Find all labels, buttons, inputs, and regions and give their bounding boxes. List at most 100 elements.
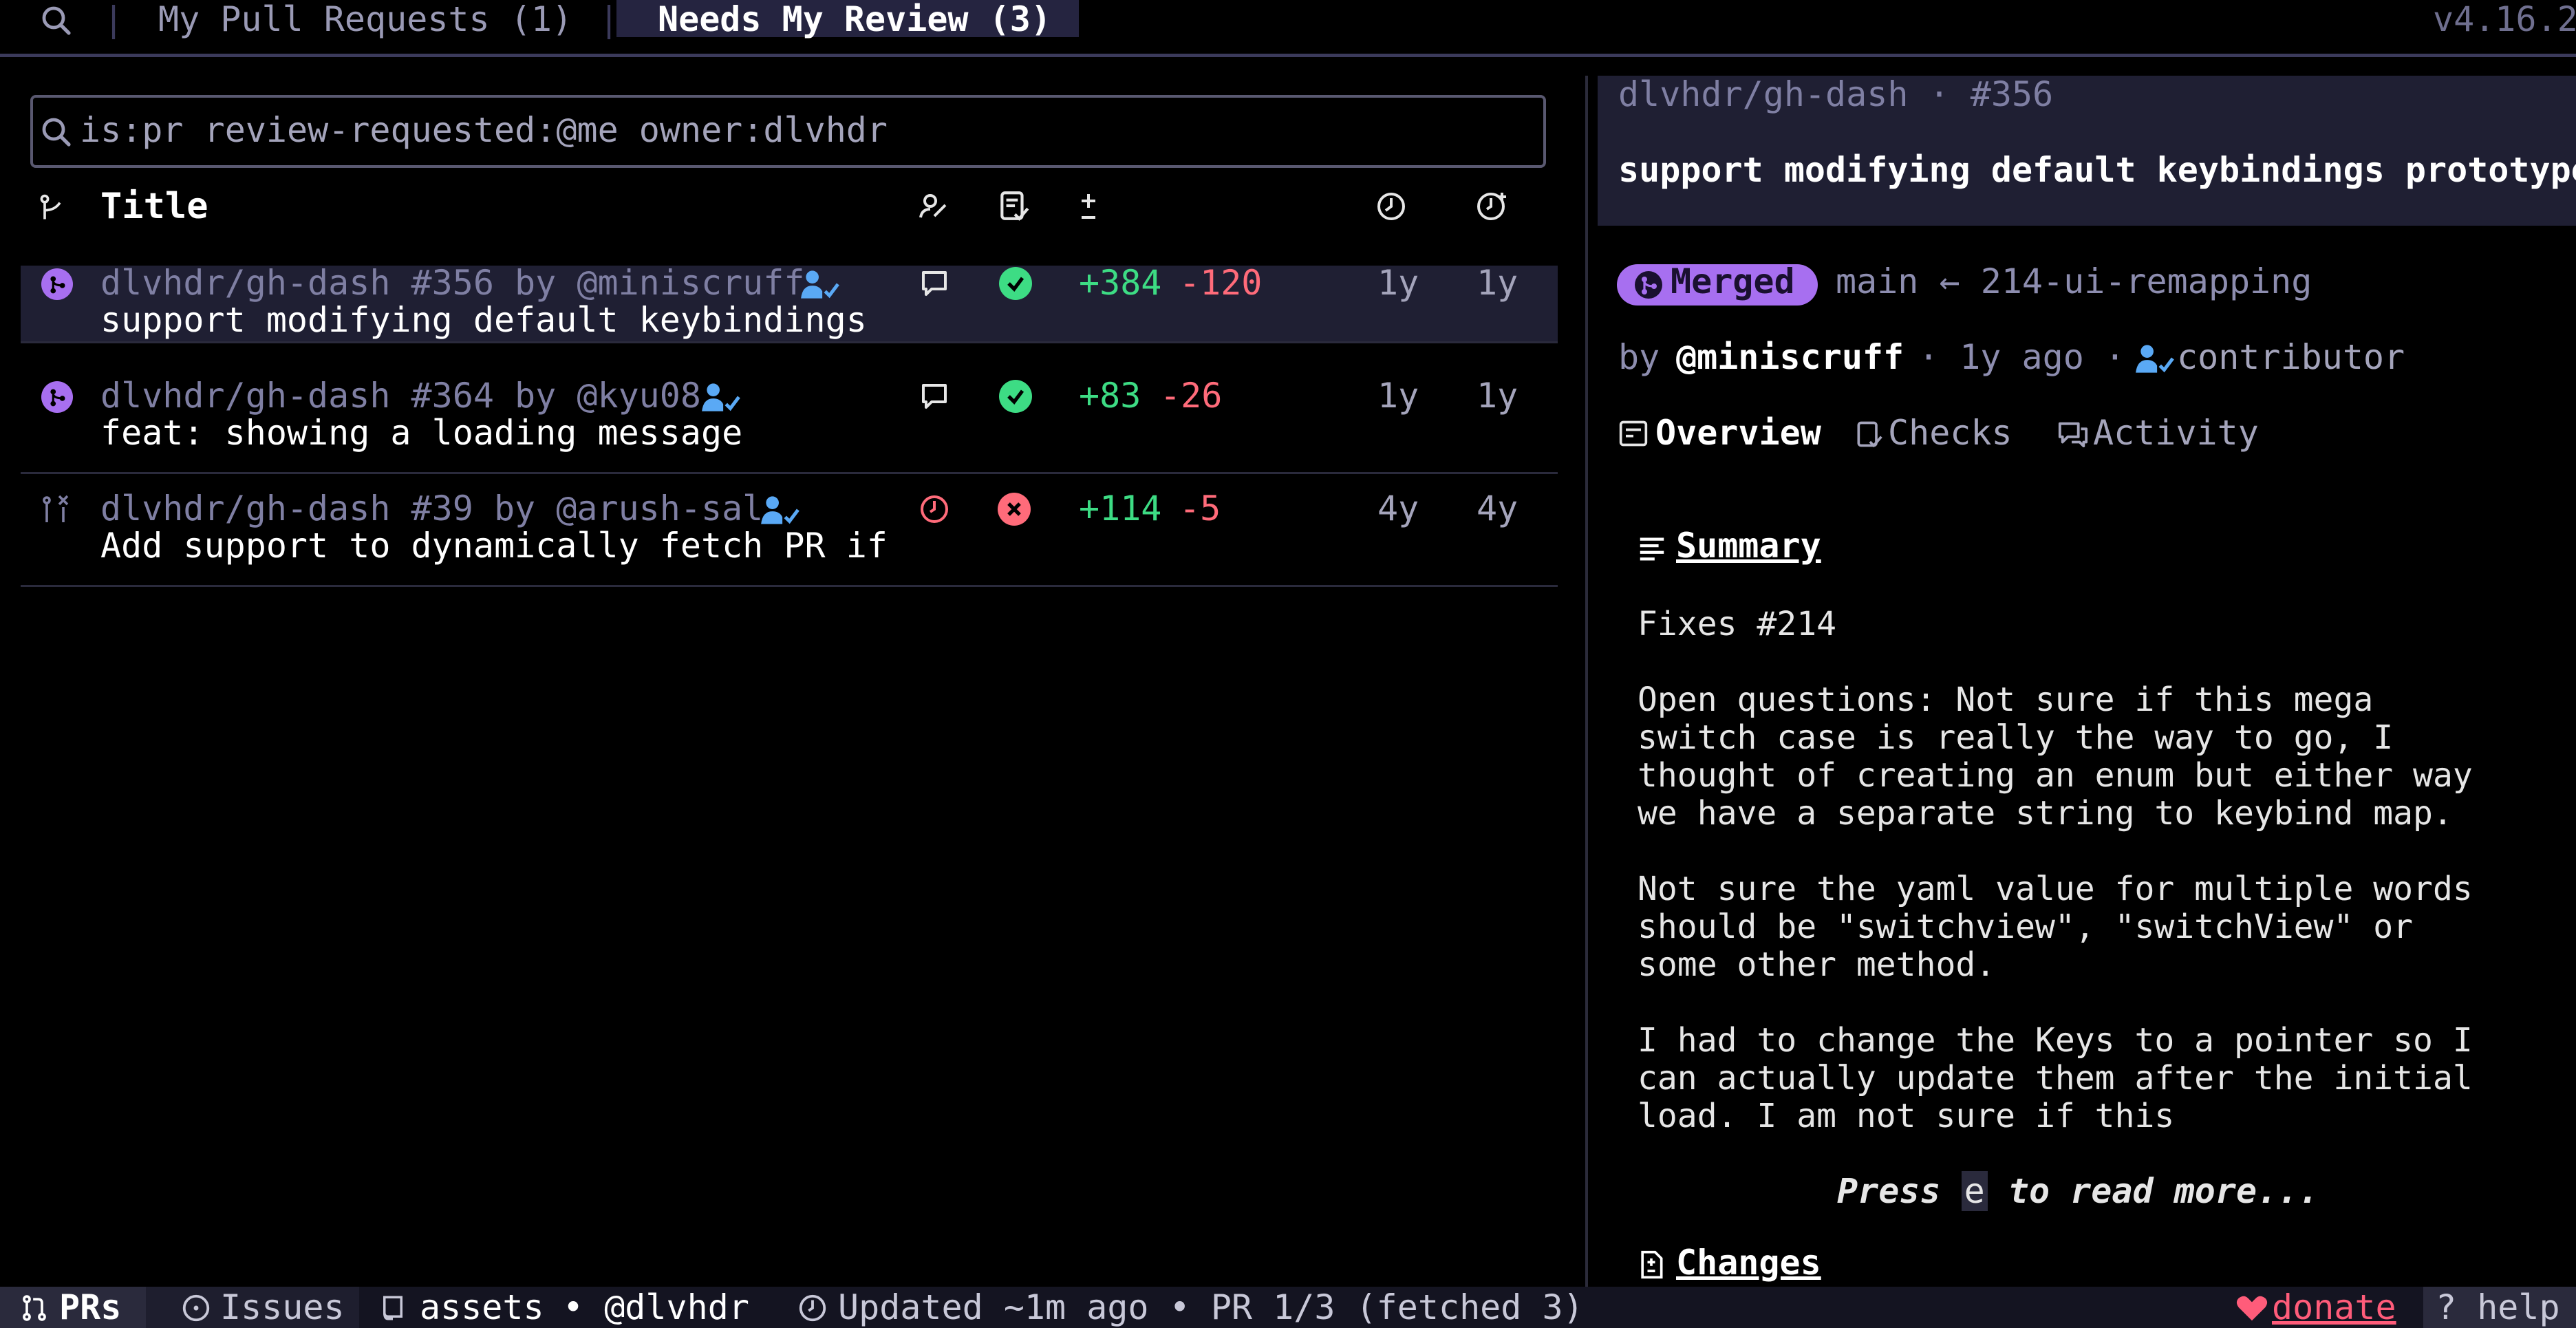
merge-icon — [50, 276, 65, 294]
donate-link[interactable]: donate — [2272, 1287, 2396, 1328]
repo-icon — [383, 1296, 402, 1320]
author[interactable]: @miniscruff — [1676, 337, 1904, 377]
version-label: v4.16.2 — [2433, 0, 2576, 39]
deletions: -26 — [1160, 376, 1223, 416]
additions: +114 — [1079, 489, 1162, 528]
person-check-icon — [2136, 345, 2174, 373]
tab-activity[interactable]: Activity — [2093, 413, 2259, 453]
checks-icon[interactable] — [996, 187, 1031, 224]
deletions: -120 — [1179, 263, 1263, 303]
tab-needs-my-review[interactable]: Needs My Review (3) — [658, 0, 1051, 40]
description-line — [1638, 984, 2473, 1022]
tab-bar: | My Pull Requests (1) | Needs My Review… — [0, 0, 2576, 41]
pr-repo-line: dlvhdr/gh-dash #356 by @miniscruff — [100, 263, 805, 303]
updated-age: 1y — [1377, 263, 1419, 303]
pending-clock-icon — [921, 495, 948, 523]
activity-icon — [2058, 422, 2088, 448]
description-line: thought of creating an enum but either w… — [1638, 756, 2473, 795]
author-role: contributor — [2177, 337, 2405, 377]
pane-divider[interactable] — [1585, 76, 1588, 1287]
description-line: I had to change the Keys to a pointer so… — [1638, 1021, 2473, 1060]
tab-checks[interactable]: Checks — [1888, 413, 2012, 453]
branch-icon — [40, 194, 61, 219]
pr-icon — [23, 1295, 46, 1321]
pr-title[interactable]: Add support to dynamically fetch PR if — [100, 526, 888, 566]
issue-icon — [182, 1294, 210, 1322]
summary-icon — [1640, 537, 1664, 561]
description-line: some other method. — [1638, 945, 1996, 984]
search-icon — [42, 118, 71, 147]
description-line: Fixes #214 — [1638, 605, 1836, 643]
summary-heading: Summary — [1676, 526, 1821, 566]
read-more-suffix: to read more... — [2008, 1171, 2319, 1211]
tab-my-pull-requests[interactable]: My Pull Requests (1) — [158, 0, 572, 40]
statusbar-prs[interactable]: PRs — [59, 1287, 121, 1328]
updated-age: 4y — [1377, 489, 1419, 528]
additions: +384 — [1079, 263, 1162, 303]
pr-repo-line: dlvhdr/gh-dash #39 by @arush-sal — [100, 489, 764, 528]
status-badge-label: Merged — [1671, 261, 1795, 301]
review-icon[interactable] — [916, 190, 949, 223]
row-divider — [21, 585, 1558, 587]
tab-overview[interactable]: Overview — [1655, 413, 1821, 453]
person-check-icon — [761, 496, 799, 524]
checks-icon — [1857, 421, 1882, 448]
overview-icon — [1619, 420, 1648, 447]
pr-title[interactable]: support modifying default keybindings — [100, 300, 867, 340]
tab-bar-underline — [0, 54, 2576, 57]
description-line: Open questions: Not sure if this mega — [1638, 681, 2374, 719]
person-check-icon — [801, 270, 839, 299]
description-line: Not sure the yaml value for multiple wor… — [1638, 870, 2473, 908]
changes-icon — [1641, 1250, 1663, 1279]
help-button[interactable]: ? help — [2436, 1287, 2560, 1328]
column-header-title[interactable]: Title — [100, 186, 208, 227]
closed-pr-icon — [43, 495, 69, 522]
description-line — [1638, 643, 2473, 681]
description-line: load. I am not sure if this — [1638, 1097, 2175, 1135]
merge-icon — [50, 389, 65, 407]
read-more-prefix: Press — [1837, 1171, 1941, 1211]
plus-minus-icon[interactable] — [1072, 190, 1105, 223]
by-label: by — [1618, 337, 1660, 377]
preview-title: support modifying default keybindings pr… — [1618, 150, 2576, 190]
x-circle-icon — [1007, 502, 1021, 516]
description-line: should be "switchview", "switchView" or — [1638, 908, 2414, 946]
comment-icon — [922, 271, 947, 296]
pr-description: Fixes #214 Open questions: Not sure if th… — [1638, 606, 2473, 1135]
updated-age: 1y — [1377, 376, 1419, 416]
person-check-icon — [702, 383, 740, 411]
description-line: can actually update them after the initi… — [1638, 1059, 2473, 1097]
deletions: -5 — [1179, 489, 1221, 528]
pr-title[interactable]: feat: showing a loading message — [100, 413, 742, 453]
statusbar-issues[interactable]: Issues — [220, 1287, 345, 1328]
clock-icon[interactable] — [1375, 190, 1408, 223]
comment-icon — [922, 384, 947, 409]
description-line: switch case is really the way to go, I — [1638, 718, 2394, 757]
created-age: 1y — [1477, 376, 1518, 416]
statusbar-repo: assets — [420, 1287, 544, 1327]
read-more-key: e — [1961, 1171, 1988, 1211]
row-divider — [21, 341, 1558, 343]
additions: +83 — [1079, 376, 1141, 416]
pr-repo-line: dlvhdr/gh-dash #364 by @kyu08 — [100, 376, 701, 416]
search-query[interactable]: is:pr review-requested:@me owner:dlvhdr — [80, 110, 888, 150]
description-line — [1638, 833, 2473, 870]
heart-icon — [2236, 1296, 2268, 1321]
search-icon[interactable] — [40, 4, 73, 37]
statusbar-updated: Updated ~1m ago • PR 1/3 (fetched 3) — [838, 1287, 1584, 1327]
statusbar-user: • @dlvhdr — [563, 1287, 749, 1327]
created-age: 4y — [1477, 489, 1518, 528]
preview-repo-ref[interactable]: dlvhdr/gh-dash · #356 — [1618, 74, 2053, 114]
clock-plus-icon[interactable] — [1475, 190, 1510, 223]
clock-icon — [799, 1294, 826, 1322]
created-age: 1y — [1477, 263, 1518, 303]
changes-heading: Changes — [1676, 1243, 1821, 1283]
description-line: we have a separate string to keybind map… — [1638, 794, 2453, 833]
row-divider — [21, 472, 1558, 474]
time-ago: · 1y ago · — [1918, 337, 2126, 377]
tab-separator: | — [103, 0, 125, 39]
read-more-hint: Press e to read more... — [1837, 1171, 2319, 1211]
merge-icon — [1635, 271, 1662, 299]
branch-info: main ← 214-ui-remapping — [1836, 261, 2312, 301]
check-circle-icon — [1007, 277, 1024, 292]
